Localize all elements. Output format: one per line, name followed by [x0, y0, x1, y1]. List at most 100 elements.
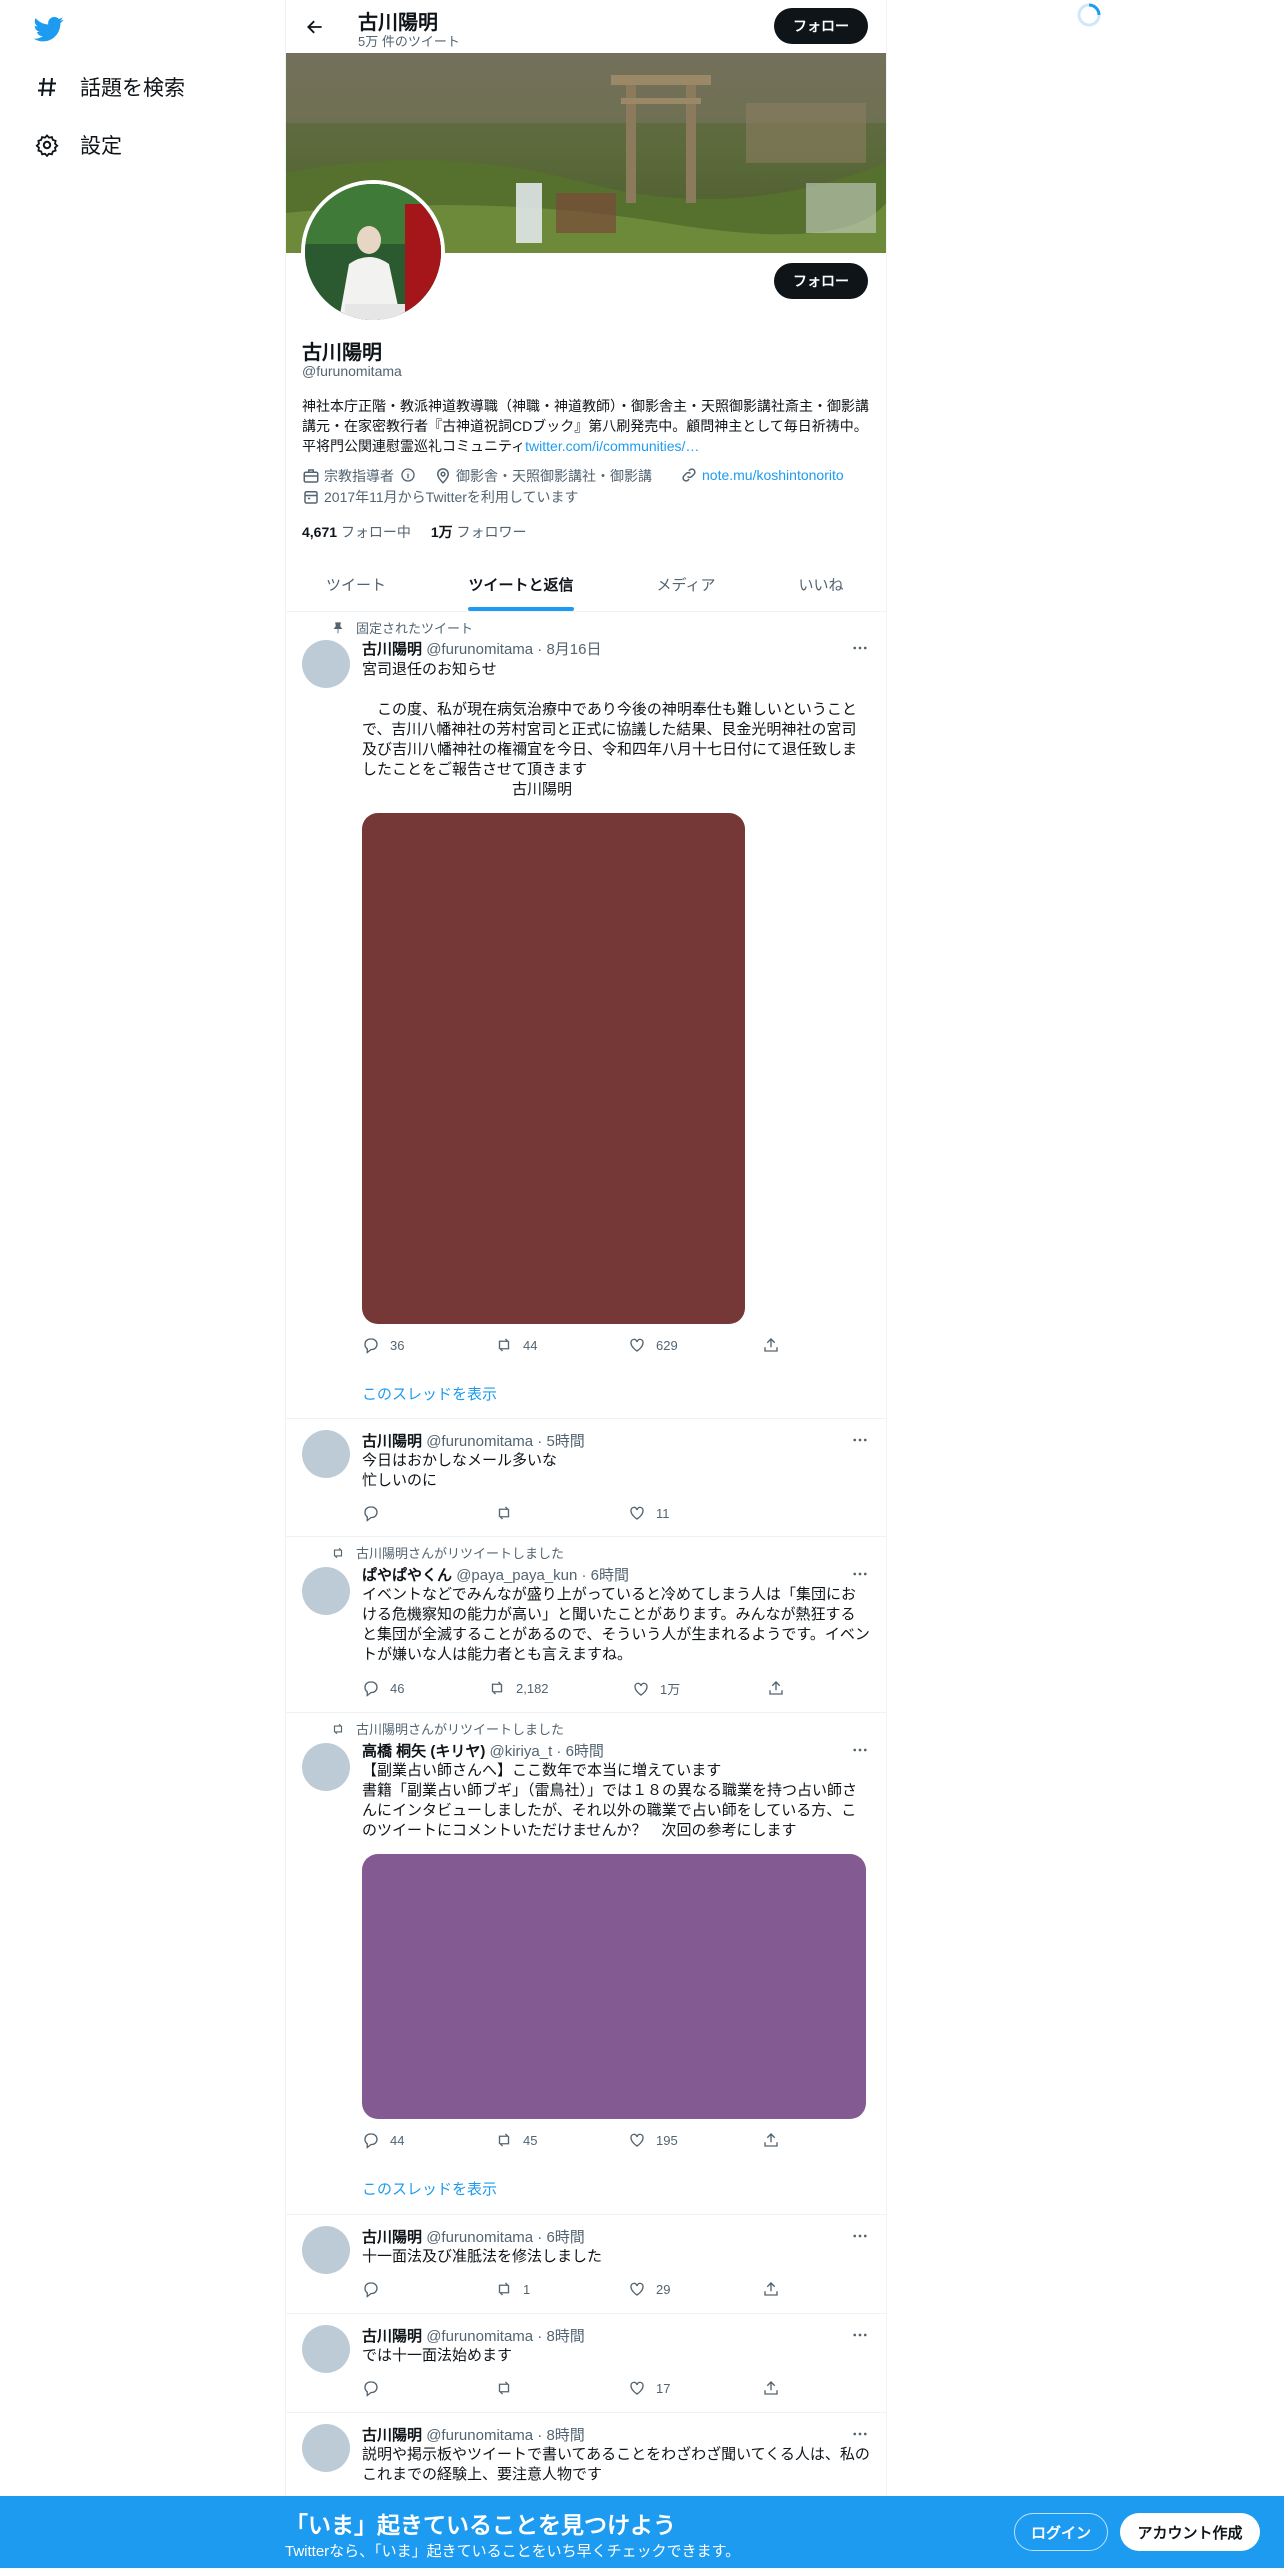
more-options-icon[interactable] — [850, 1740, 870, 1760]
tweet-retweeted[interactable]: 古川陽明さんがリツイートしました ぱやぱやくん @paya_paya_kun ·… — [286, 1536, 886, 1713]
retweet-button[interactable] — [495, 1504, 523, 1522]
share-button[interactable] — [767, 1679, 795, 1697]
show-thread-link[interactable]: このスレッドを表示 — [362, 2178, 497, 2199]
tweet-meta[interactable]: @furunomitama · 8時間 — [426, 2427, 585, 2444]
create-account-button[interactable]: アカウント作成 — [1120, 2513, 1260, 2551]
retweeted-by-label: 古川陽明さんがリツイートしました — [330, 1543, 564, 1562]
like-button[interactable]: 1万 — [632, 1679, 680, 1698]
profile-website[interactable]: note.mu/koshintonorito — [680, 466, 844, 484]
more-options-icon[interactable] — [850, 2424, 870, 2444]
retweet-button[interactable]: 1 — [495, 2280, 530, 2298]
sidebar-item-explore[interactable]: 話題を検索 — [34, 67, 185, 107]
profile-category: 宗教指導者 — [302, 466, 422, 486]
login-button[interactable]: ログイン — [1014, 2513, 1108, 2551]
show-thread-link[interactable]: このスレッドを表示 — [362, 1383, 497, 1404]
retweet-icon — [330, 1545, 346, 1561]
reply-button[interactable] — [362, 2379, 390, 2397]
tweet-avatar[interactable] — [302, 1567, 350, 1615]
gear-icon — [34, 132, 60, 158]
more-options-icon[interactable] — [850, 2226, 870, 2246]
profile-header-bar: 古川陽明 5万 件のツイート フォロー — [286, 0, 886, 53]
reply-button[interactable]: 46 — [362, 1679, 404, 1697]
tab-likes[interactable]: いいね — [756, 558, 886, 611]
tab-tweets[interactable]: ツイート — [286, 558, 426, 611]
like-button[interactable]: 17 — [628, 2379, 670, 2397]
tweet-media[interactable] — [362, 813, 745, 1324]
tweet-text: 説明や掲示板やツイートで書いてあることをわざわざ聞いてくる人は、私のこれまでの経… — [362, 2446, 870, 2483]
more-options-icon[interactable] — [850, 638, 870, 658]
pin-icon — [330, 620, 346, 636]
like-button[interactable]: 11 — [628, 1504, 670, 1522]
retweet-button[interactable]: 45 — [495, 2131, 537, 2149]
sidebar-item-settings[interactable]: 設定 — [34, 125, 122, 165]
header-tweet-count: 5万 件のツイート — [358, 34, 460, 49]
like-button[interactable]: 29 — [628, 2280, 670, 2298]
reply-button[interactable] — [362, 2280, 390, 2298]
reply-button[interactable]: 36 — [362, 1336, 404, 1354]
sidebar-item-label: 話題を検索 — [80, 77, 185, 100]
tab-media[interactable]: メディア — [626, 558, 746, 611]
tweet[interactable]: 古川陽明 @furunomitama · 5時間 今日はおかしなメール多いな 忙… — [286, 1418, 886, 1537]
tweet-meta[interactable]: @furunomitama · 8月16日 — [426, 641, 601, 658]
followers-stat[interactable]: 1万 フォロワー — [431, 524, 527, 540]
reply-icon — [364, 1681, 378, 1697]
tweet-meta[interactable]: @furunomitama · 6時間 — [426, 2229, 585, 2246]
profile-follow-button[interactable]: フォロー — [774, 263, 868, 299]
info-icon[interactable] — [400, 467, 418, 485]
tweet-avatar[interactable] — [302, 640, 350, 688]
profile-handle: @furunomitama — [302, 363, 402, 379]
retweet-button[interactable] — [495, 2379, 523, 2397]
tweet-author-name[interactable]: 古川陽明 — [362, 2229, 422, 2246]
tweet-header: 古川陽明 @furunomitama · 5時間 — [362, 1430, 585, 1451]
twitter-logo-icon[interactable] — [32, 14, 66, 44]
tweet[interactable]: 古川陽明 @furunomitama · 6時間 十一面法及び准胝法を修法しまし… — [286, 2214, 886, 2314]
reply-button[interactable]: 44 — [362, 2131, 404, 2149]
share-button[interactable] — [762, 2379, 790, 2397]
tweet-author-name[interactable]: ぱやぱやくん — [362, 1567, 452, 1584]
back-arrow-icon[interactable] — [300, 12, 330, 42]
tweet-meta[interactable]: @paya_paya_kun · 6時間 — [456, 1567, 629, 1584]
tweet-avatar[interactable] — [302, 2424, 350, 2472]
tweet-meta[interactable]: @furunomitama · 8時間 — [426, 2328, 585, 2345]
share-icon — [764, 1338, 778, 1352]
following-stat[interactable]: 4,671 フォロー中 — [302, 524, 411, 540]
tweet-media[interactable] — [362, 1854, 866, 2119]
retweet-icon — [498, 1338, 510, 1352]
sidebar-item-label: 設定 — [80, 135, 122, 158]
retweeted-by-label: 古川陽明さんがリツイートしました — [330, 1719, 564, 1738]
signup-prompt-title: 「いま」起きていることを見つけよう — [285, 2512, 676, 2538]
tweet-author-name[interactable]: 古川陽明 — [362, 1433, 422, 1450]
like-button[interactable]: 195 — [628, 2131, 678, 2149]
tweet-meta[interactable]: @furunomitama · 5時間 — [426, 1433, 585, 1450]
reply-button[interactable] — [362, 1504, 390, 1522]
retweet-button[interactable]: 44 — [495, 1336, 537, 1354]
bio-community-link[interactable]: twitter.com/i/communities/… — [525, 438, 699, 454]
share-button[interactable] — [762, 2280, 790, 2298]
tab-tweets-and-replies[interactable]: ツイートと返信 — [468, 558, 574, 611]
more-options-icon[interactable] — [850, 1430, 870, 1450]
tweet-avatar[interactable] — [302, 2325, 350, 2373]
heart-icon — [634, 1682, 648, 1696]
more-options-icon[interactable] — [850, 2325, 870, 2345]
like-button[interactable]: 629 — [628, 1336, 678, 1354]
tweet-actions: 44 45 195 — [362, 2131, 782, 2151]
tweet[interactable]: 古川陽明 @furunomitama · 8時間 では十一面法始めます 17 — [286, 2313, 886, 2413]
tweet-author-name[interactable]: 古川陽明 — [362, 2328, 422, 2345]
tweet-meta[interactable]: @kiriya_t · 6時間 — [490, 1743, 604, 1760]
tweet-author-name[interactable]: 古川陽明 — [362, 2427, 422, 2444]
retweet-button[interactable]: 2,182 — [488, 1679, 549, 1697]
tweet-retweeted[interactable]: 古川陽明さんがリツイートしました 高橋 桐矢 (キリヤ) @kiriya_t ·… — [286, 1712, 886, 2215]
tweet-avatar[interactable] — [302, 1743, 350, 1791]
tweet-avatar[interactable] — [302, 1430, 350, 1478]
share-button[interactable] — [762, 2131, 790, 2149]
retweet-icon — [498, 1506, 510, 1520]
more-options-icon[interactable] — [850, 1564, 870, 1584]
tweet-author-name[interactable]: 古川陽明 — [362, 641, 422, 658]
tweet-avatar[interactable] — [302, 2226, 350, 2274]
tweet-pinned[interactable]: 固定されたツイート 古川陽明 @furunomitama · 8月16日 宮司退… — [286, 612, 886, 1419]
share-button[interactable] — [762, 1336, 790, 1354]
header-follow-button[interactable]: フォロー — [774, 8, 868, 44]
profile-avatar[interactable] — [301, 180, 445, 324]
profile-name: 古川陽明 — [302, 342, 382, 364]
tweet-author-name[interactable]: 高橋 桐矢 (キリヤ) — [362, 1743, 485, 1760]
